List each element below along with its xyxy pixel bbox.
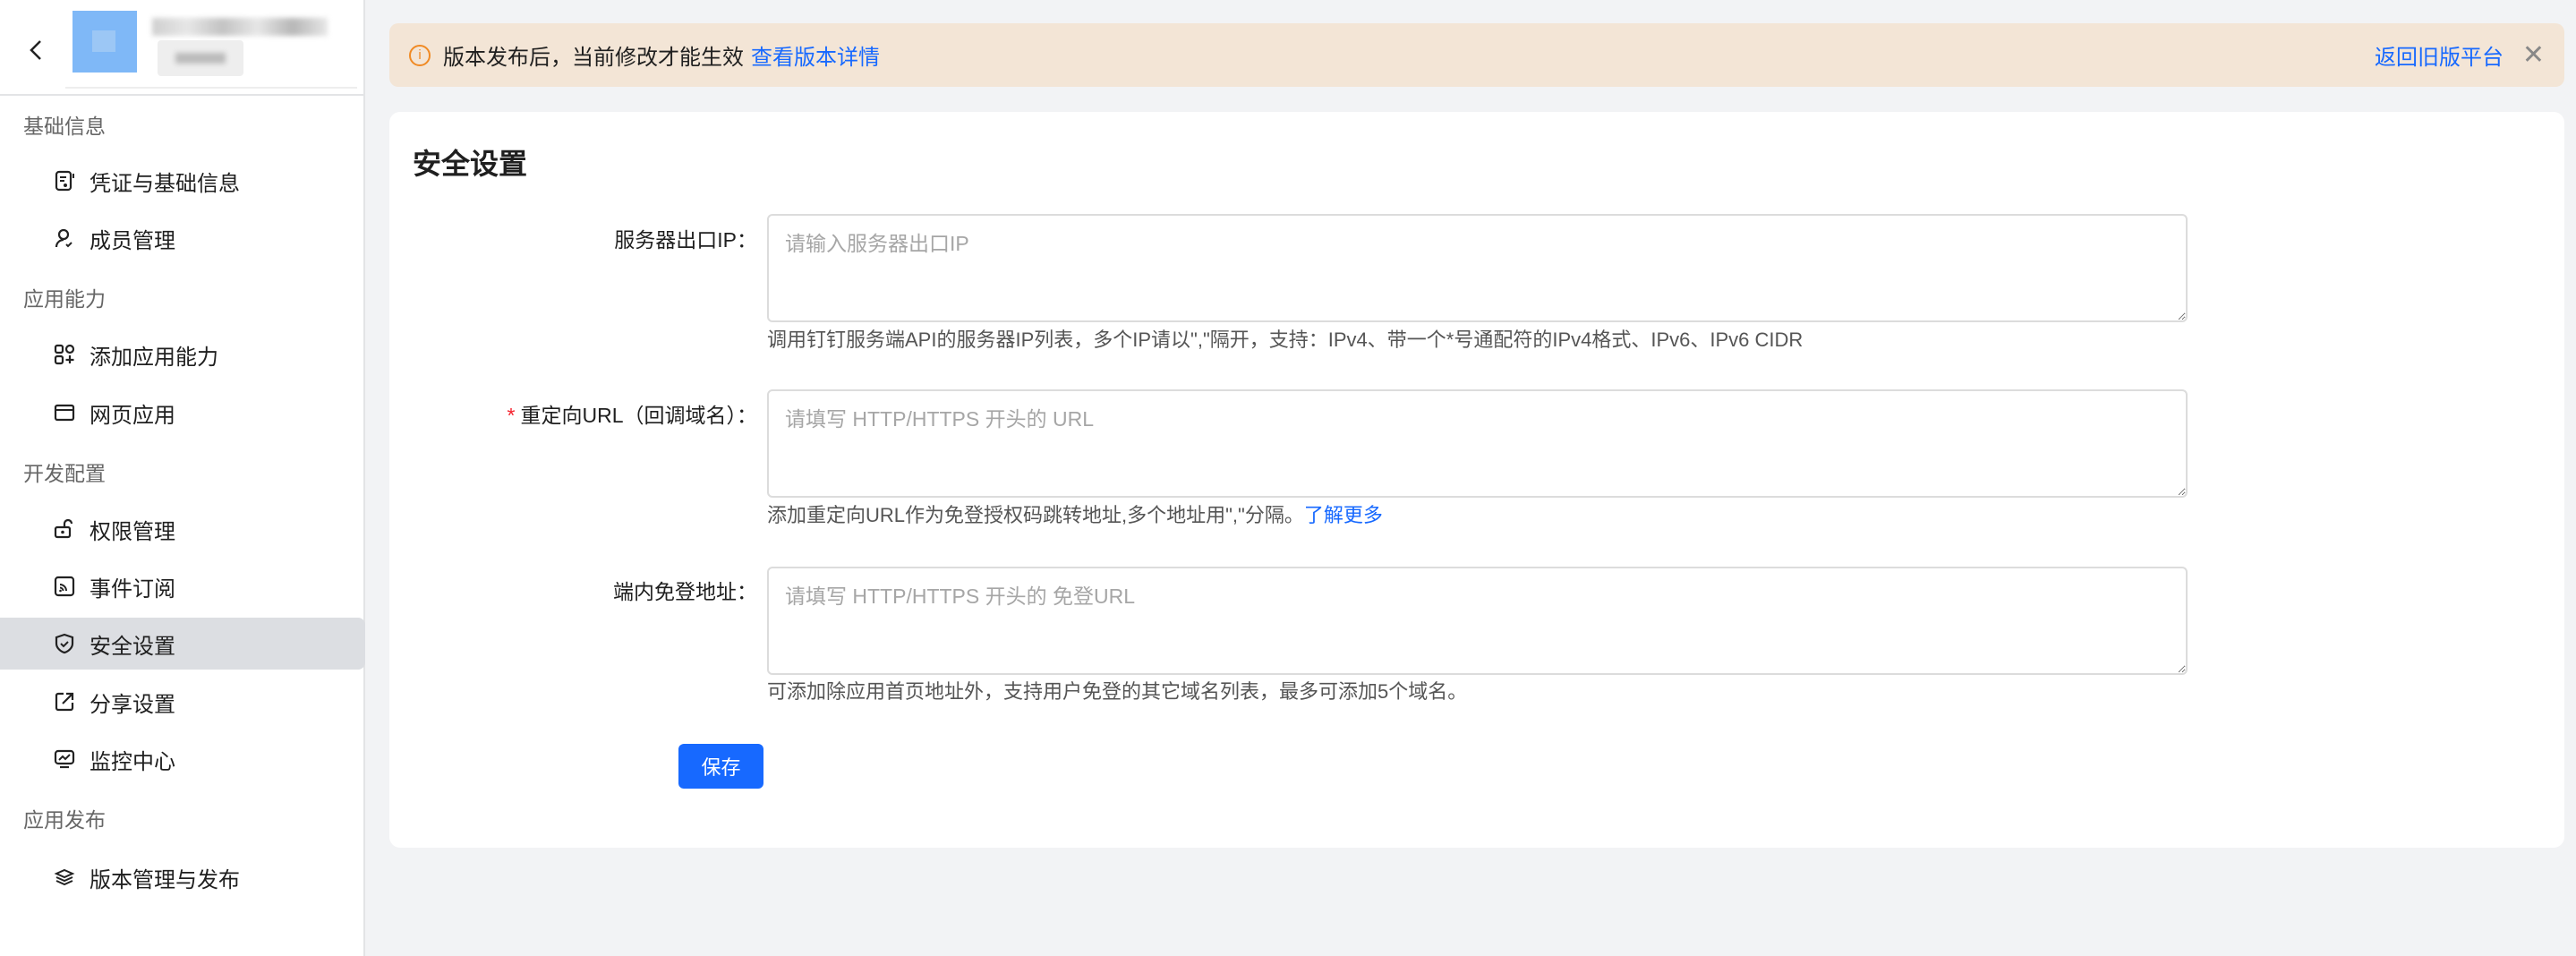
unlock-icon [54, 518, 75, 540]
credential-icon [54, 170, 75, 192]
browser-icon [54, 402, 75, 423]
sidebar-item-monitor[interactable]: 监控中心 [0, 733, 365, 785]
layers-icon [54, 866, 75, 888]
view-version-details-link[interactable]: 查看版本详情 [751, 39, 880, 71]
return-old-platform-link[interactable]: 返回旧版平台 [2375, 39, 2503, 71]
page-title: 安全设置 [413, 148, 528, 180]
rss-icon [54, 576, 75, 597]
sidebar-item-permissions[interactable]: 权限管理 [0, 503, 365, 555]
sso-address-label: 端内免登地址： [613, 580, 757, 603]
app-logo [73, 11, 137, 73]
sidebar-item-label: 版本管理与发布 [90, 867, 240, 892]
share-icon [54, 691, 75, 713]
sidebar-item-security[interactable]: 安全设置 [0, 618, 365, 670]
close-icon[interactable]: ✕ [2522, 39, 2545, 71]
user-icon [54, 227, 75, 249]
sidebar-item-label: 网页应用 [90, 403, 175, 428]
redirect-url-label: * 重定向URL（回调域名）： [508, 398, 757, 429]
sidebar-item-label: 添加应用能力 [90, 345, 218, 370]
required-mark: * [507, 404, 516, 427]
learn-more-link[interactable]: 了解更多 [1304, 504, 1383, 526]
sidebar-item-credentials[interactable]: 凭证与基础信息 [0, 155, 365, 207]
sso-address-input[interactable] [767, 567, 2188, 675]
sidebar: 基础信息 凭证与基础信息 成员管理 应用能力 添加应用能力 网页应用 开发配置 … [0, 0, 365, 956]
redirect-url-input[interactable] [767, 389, 2188, 498]
info-icon: i [409, 44, 431, 66]
sidebar-item-label: 监控中心 [90, 749, 175, 774]
section-label: 应用能力 [23, 287, 106, 311]
app-header [0, 0, 363, 96]
sidebar-item-label: 分享设置 [90, 692, 175, 717]
redirect-url-label-text: 重定向URL（回调域名）： [520, 404, 757, 427]
shield-icon [54, 633, 75, 654]
sidebar-item-label: 成员管理 [90, 228, 175, 253]
sidebar-item-label: 凭证与基础信息 [90, 171, 240, 196]
sidebar-item-add-capability[interactable]: 添加应用能力 [0, 329, 365, 380]
server-ip-label: 服务器出口IP： [614, 228, 757, 252]
sidebar-item-label: 事件订阅 [90, 576, 175, 602]
server-ip-help: 调用钉钉服务端API的服务器IP列表，多个IP请以","隔开，支持：IPv4、带… [767, 329, 1804, 351]
save-button[interactable]: 保存 [678, 744, 763, 789]
section-label: 开发配置 [23, 462, 106, 485]
redirect-url-help: 添加重定向URL作为免登授权码跳转地址,多个地址用","分隔。了解更多 [767, 499, 1383, 528]
app-tag-blurred [158, 40, 243, 76]
sidebar-item-label: 安全设置 [90, 634, 175, 659]
section-label: 基础信息 [23, 115, 106, 138]
sidebar-item-members[interactable]: 成员管理 [0, 212, 365, 264]
sso-address-help: 可添加除应用首页地址外，支持用户免登的其它域名列表，最多可添加5个域名。 [767, 680, 1468, 703]
server-ip-input[interactable] [767, 214, 2188, 322]
section-label: 应用发布 [23, 808, 106, 832]
redirect-url-help-text: 添加重定向URL作为免登授权码跳转地址,多个地址用","分隔。 [767, 504, 1304, 526]
chevron-left-icon[interactable] [23, 32, 50, 68]
monitor-icon [54, 748, 75, 770]
version-notice-banner: i 版本发布后，当前修改才能生效 查看版本详情 返回旧版平台 ✕ [389, 23, 2564, 87]
app-name-blurred [152, 18, 328, 36]
notice-message: 版本发布后，当前修改才能生效 [443, 46, 744, 70]
sidebar-item-events[interactable]: 事件订阅 [0, 560, 365, 612]
sidebar-item-web-app[interactable]: 网页应用 [0, 387, 365, 439]
add-capability-icon [54, 344, 75, 365]
sidebar-item-versions[interactable]: 版本管理与发布 [0, 851, 365, 903]
sidebar-item-share[interactable]: 分享设置 [0, 676, 365, 728]
sidebar-item-label: 权限管理 [90, 519, 175, 544]
